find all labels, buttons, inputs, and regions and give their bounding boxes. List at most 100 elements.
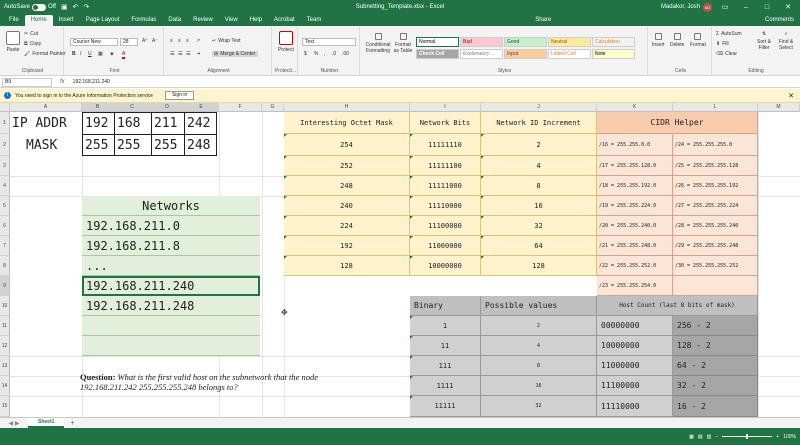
column-header-f[interactable]: F [219,103,262,112]
row-header-11[interactable]: 11 [0,316,10,336]
italic-icon[interactable]: I [80,51,81,57]
tab-home[interactable]: Home [24,15,53,26]
comma-icon[interactable]: , [324,51,325,57]
align-top-icon[interactable]: ≡ [170,38,173,44]
cidr-right-cell[interactable]: /30 = 255.255.255.252 [673,256,758,276]
tab-view[interactable]: View [219,15,244,26]
page-layout-icon[interactable]: ▤ [698,434,703,440]
decrease-decimal-icon[interactable]: .00 [342,51,349,57]
binary-header[interactable]: Binary [410,296,481,316]
bits-cell[interactable]: 11000000 [410,236,481,256]
page-break-icon[interactable]: ▥ [707,434,712,440]
merge-center-button[interactable]: ⊞ Merge & Center [212,51,258,57]
autosum-button[interactable]: Σ AutoSum [716,31,742,37]
bits-cell[interactable]: 11111110 [410,134,481,156]
sheet-nav-icon[interactable]: ◀ ▶ [0,420,28,427]
column-header-h[interactable]: H [284,103,410,112]
percent-icon[interactable]: % [314,51,318,57]
tab-data[interactable]: Data [162,15,187,26]
network-item[interactable] [82,316,260,336]
host-count-cell[interactable]: 32 - 2 [673,376,758,396]
align-center-icon[interactable]: ☰ [178,51,182,57]
font-shrink-icon[interactable]: A⁻ [152,38,158,44]
ip-addr-label[interactable]: IP ADDR [12,112,82,134]
row-header-10[interactable]: 10 [0,296,10,316]
bits-cell[interactable]: 11111000 [410,176,481,196]
format-painter-button[interactable]: 🖌 Format Painter [24,51,65,57]
mask-octet-4[interactable]: 248 [187,134,217,156]
clear-button[interactable]: ⌫ Clear [716,51,737,57]
cidr-left-cell[interactable]: /17 = 255.255.128.0 [597,156,673,176]
host-mask-cell[interactable]: 11100000 [597,376,673,396]
cidr-left-cell[interactable]: /18 = 255.255.192.0 [597,176,673,196]
style-neutral[interactable]: Neutral [548,37,591,47]
possible-cell[interactable]: 32 [481,396,597,417]
row-header-1[interactable]: 1 [0,112,10,134]
increment-cell[interactable]: 128 [481,256,597,276]
user-account[interactable]: Madakor, Josh MJ [661,2,712,12]
info-close-icon[interactable]: ✕ [788,92,794,100]
cidr-header[interactable]: CIDR Helper [597,112,758,134]
worksheet-grid[interactable]: A B C D E F G H I J K L M 1 2 3 4 5 6 7 … [0,103,800,417]
cidr-right-cell[interactable]: /24 = 255.255.255.0 [673,134,758,156]
style-bad[interactable]: Bad [460,37,503,47]
host-count-cell[interactable]: 128 - 2 [673,336,758,356]
zoom-control[interactable]: ▦ ▤ ▥ − + 100% [689,434,796,440]
possible-cell[interactable]: 4 [481,336,597,356]
increment-cell[interactable]: 64 [481,236,597,256]
host-count-cell[interactable]: 64 - 2 [673,356,758,376]
column-header-l[interactable]: L [673,103,758,112]
possible-cell[interactable]: 16 [481,376,597,396]
paste-button[interactable]: Paste [6,31,20,53]
column-header-k[interactable]: K [597,103,673,112]
mask-label[interactable]: MASK [26,134,82,156]
network-item[interactable] [82,336,260,356]
comments-button[interactable]: Comments [759,15,800,26]
maximize-icon[interactable]: □ [759,4,775,11]
number-format-select[interactable]: Text [302,38,356,46]
find-select-button[interactable]: ⌕ Find & Select [776,31,796,51]
row-header-7[interactable]: 7 [0,236,10,256]
mask-cell[interactable]: 254 [284,134,410,156]
mask-table-header[interactable]: Interesting Octet Mask [284,112,410,134]
font-color-icon[interactable]: A [122,51,126,59]
ip-octet-3[interactable]: 211 [154,112,184,134]
column-header-a[interactable]: A [10,103,82,112]
fill-button[interactable]: ⬇ Fill [716,41,729,47]
row-header-8[interactable]: 8 [0,256,10,276]
mask-table-header[interactable]: Network Bits [410,112,481,134]
font-size-select[interactable]: 28 [120,38,138,46]
mask-octet-1[interactable]: 255 [85,134,114,156]
increment-cell[interactable]: 2 [481,134,597,156]
select-all[interactable] [0,103,10,112]
tab-help[interactable]: Help [244,15,268,26]
column-header-i[interactable]: I [410,103,481,112]
increment-cell[interactable]: 8 [481,176,597,196]
bold-icon[interactable]: B [72,51,76,57]
column-header-d[interactable]: D [151,103,184,112]
cidr-left-cell[interactable]: /16 = 255.255.0.0 [597,134,673,156]
column-header-j[interactable]: J [481,103,597,112]
borders-icon[interactable]: ▦ [98,51,103,57]
increment-cell[interactable]: 32 [481,216,597,236]
cut-button[interactable]: ✂ Cut [24,31,38,37]
sheet-tab-sheet1[interactable]: Sheet1 [28,418,65,428]
indent-icon[interactable]: ⇥ [196,51,200,57]
ip-octet-2[interactable]: 168 [117,112,151,134]
column-header-c[interactable]: C [114,103,151,112]
name-box[interactable]: B9 [2,77,52,87]
mask-cell[interactable]: 128 [284,256,410,276]
row-header-5[interactable]: 5 [0,196,10,216]
row-header-15[interactable]: 15 [0,396,10,417]
column-header-m[interactable]: M [758,103,800,112]
mask-octet-3[interactable]: 255 [154,134,184,156]
align-left-icon[interactable]: ☰ [170,51,174,57]
format-cells-button[interactable]: Format [690,33,706,48]
style-explanatory[interactable]: Explanatory ... [460,49,503,59]
column-header-e[interactable]: E [184,103,219,112]
cidr-left-cell[interactable]: /21 = 255.255.248.0 [597,236,673,256]
cidr-left-cell[interactable]: /20 = 255.255.240.0 [597,216,673,236]
row-header-3[interactable]: 3 [0,156,10,176]
insert-cells-button[interactable]: Insert [652,33,665,48]
add-sheet-button[interactable]: + [70,420,74,427]
